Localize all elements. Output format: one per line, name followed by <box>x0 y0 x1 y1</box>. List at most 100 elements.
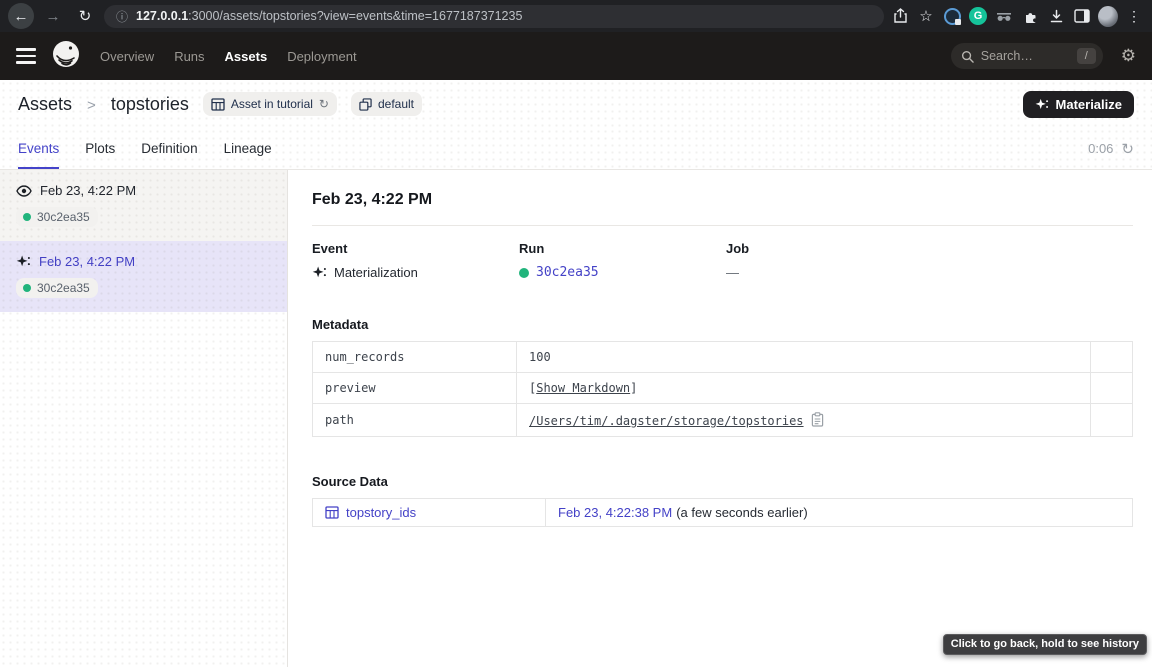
nav-item-deployment[interactable]: Deployment <box>287 49 356 64</box>
source-asset-link[interactable]: topstory_ids <box>346 505 416 520</box>
divider <box>312 225 1133 226</box>
extensions-puzzle-icon[interactable] <box>1020 6 1040 26</box>
table-icon <box>211 98 225 111</box>
asset-tabs: Events Plots Definition Lineage 0:06 ↻ <box>0 128 1152 170</box>
table-row: path /Users/tim/.dagster/storage/topstor… <box>313 404 1133 437</box>
show-markdown-link[interactable]: Show Markdown <box>536 381 630 395</box>
browser-forward-button[interactable]: → <box>40 3 66 29</box>
source-asset-cell: topstory_ids <box>313 499 546 527</box>
event-column: Event Materialization <box>312 241 519 280</box>
refresh-icon[interactable]: ↻ <box>1121 140 1134 158</box>
materialize-label: Materialize <box>1056 97 1122 112</box>
event-detail-panel: Feb 23, 4:22 PM Event Materialization Ru… <box>288 170 1152 667</box>
browser-menu-icon[interactable]: ⋮ <box>1124 6 1144 26</box>
dagster-logo[interactable] <box>52 40 80 73</box>
run-id-label: 30c2ea35 <box>37 210 90 224</box>
site-info-icon[interactable]: ⓘ <box>116 8 128 25</box>
metadata-empty-cell <box>1091 342 1133 373</box>
source-data-section-title: Source Data <box>312 474 1133 489</box>
materialize-sparkle-icon <box>1035 98 1049 111</box>
profile-avatar[interactable] <box>1098 6 1118 26</box>
bookmark-star-icon[interactable]: ☆ <box>916 6 936 26</box>
event-list-sidebar: Feb 23, 4:22 PM 30c2ea35 Feb 23, 4:22 PM… <box>0 170 288 667</box>
main-nav: Overview Runs Assets Deployment <box>100 49 357 64</box>
metadata-key: num_records <box>313 342 517 373</box>
run-status-dot <box>23 213 31 221</box>
downloads-icon[interactable] <box>1046 6 1066 26</box>
address-bar[interactable]: ⓘ 127.0.0.1:3000/assets/topstories?view=… <box>104 5 884 28</box>
job-column: Job — <box>726 241 933 280</box>
code-location-label: Asset in tutorial <box>231 97 313 111</box>
job-label: Job <box>726 241 933 256</box>
asset-group-label: default <box>378 97 414 111</box>
global-search[interactable]: / <box>951 43 1103 69</box>
refresh-countdown: 0:06 <box>1088 141 1113 156</box>
run-id-pill[interactable]: 30c2ea35 <box>16 207 98 227</box>
tab-plots[interactable]: Plots <box>85 128 115 169</box>
refresh-timer: 0:06 ↻ <box>1088 128 1134 169</box>
tab-lineage[interactable]: Lineage <box>224 128 272 169</box>
breadcrumb-assets-link[interactable]: Assets <box>18 94 72 114</box>
app-top-nav: Overview Runs Assets Deployment / ⚙ <box>0 32 1152 80</box>
nav-item-overview[interactable]: Overview <box>100 49 154 64</box>
copy-clipboard-icon[interactable] <box>811 412 824 427</box>
browser-chrome: ← → ↻ ⓘ 127.0.0.1:3000/assets/topstories… <box>0 0 1152 32</box>
metadata-table: num_records 100 preview [Show Markdown] … <box>312 341 1133 437</box>
metadata-empty-cell <box>1091 404 1133 437</box>
asset-table-icon <box>325 506 339 519</box>
run-id-link[interactable]: 30c2ea35 <box>536 265 599 280</box>
extension-password-icon[interactable] <box>942 6 962 26</box>
materialization-sparkle-icon <box>312 266 327 279</box>
extension-grammarly-icon[interactable]: G <box>968 6 988 26</box>
run-id-label: 30c2ea35 <box>37 281 90 295</box>
run-label: Run <box>519 241 726 256</box>
url-text: 127.0.0.1:3000/assets/topstories?view=ev… <box>136 9 522 23</box>
share-icon[interactable] <box>890 6 910 26</box>
source-time-link[interactable]: Feb 23, 4:22:38 PM <box>558 505 672 520</box>
nav-item-assets[interactable]: Assets <box>225 49 268 64</box>
browser-back-button[interactable]: ← <box>8 3 34 29</box>
event-list-item-materialization[interactable]: Feb 23, 4:22 PM 30c2ea35 <box>0 241 287 312</box>
tab-definition[interactable]: Definition <box>141 128 197 169</box>
job-value: — <box>726 265 739 280</box>
event-label: Event <box>312 241 519 256</box>
event-time: Feb 23, 4:22 PM <box>39 254 135 269</box>
metadata-value: [Show Markdown] <box>517 373 1091 404</box>
group-copy-icon <box>359 98 372 111</box>
materialize-button[interactable]: Materialize <box>1023 91 1134 118</box>
table-row: topstory_ids Feb 23, 4:22:38 PM (a few se… <box>313 499 1133 527</box>
code-location-badge[interactable]: Asset in tutorial ↻ <box>203 92 337 116</box>
event-list-item-observation[interactable]: Feb 23, 4:22 PM 30c2ea35 <box>0 170 287 241</box>
run-status-dot <box>23 284 31 292</box>
metadata-key: preview <box>313 373 517 404</box>
asset-group-badge[interactable]: default <box>351 92 422 116</box>
settings-gear-icon[interactable]: ⚙ <box>1121 46 1136 66</box>
browser-reload-button[interactable]: ↻ <box>72 3 98 29</box>
side-panel-icon[interactable] <box>1072 6 1092 26</box>
run-id-pill[interactable]: 30c2ea35 <box>16 278 98 298</box>
search-input[interactable] <box>981 49 1070 63</box>
extension-privacy-glasses-icon[interactable] <box>994 6 1014 26</box>
metadata-empty-cell <box>1091 373 1133 404</box>
event-type-value: Materialization <box>334 265 418 280</box>
hamburger-menu-icon[interactable] <box>16 48 36 64</box>
asset-header: Assets > topstories Asset in tutorial ↻ … <box>0 80 1152 128</box>
metadata-value: 100 <box>517 342 1091 373</box>
search-shortcut-key: / <box>1077 48 1096 64</box>
table-row: preview [Show Markdown] <box>313 373 1133 404</box>
tab-events[interactable]: Events <box>18 128 59 169</box>
event-summary-columns: Event Materialization Run 30c2ea35 Job — <box>312 241 1133 280</box>
breadcrumb-separator: > <box>87 97 96 114</box>
metadata-key: path <box>313 404 517 437</box>
nav-item-runs[interactable]: Runs <box>174 49 204 64</box>
back-button-tooltip: Click to go back, hold to see history <box>943 634 1147 655</box>
source-time-note: (a few seconds earlier) <box>676 505 808 520</box>
path-link[interactable]: /Users/tim/.dagster/storage/topstories <box>529 414 804 428</box>
search-icon <box>961 50 974 63</box>
breadcrumb: Assets > topstories <box>18 94 189 115</box>
breadcrumb-current: topstories <box>111 94 189 114</box>
source-data-table: topstory_ids Feb 23, 4:22:38 PM (a few se… <box>312 498 1133 527</box>
source-time-cell: Feb 23, 4:22:38 PM (a few seconds earlier… <box>546 499 1133 527</box>
reload-location-icon[interactable]: ↻ <box>319 97 329 111</box>
metadata-value: /Users/tim/.dagster/storage/topstories <box>517 404 1091 437</box>
